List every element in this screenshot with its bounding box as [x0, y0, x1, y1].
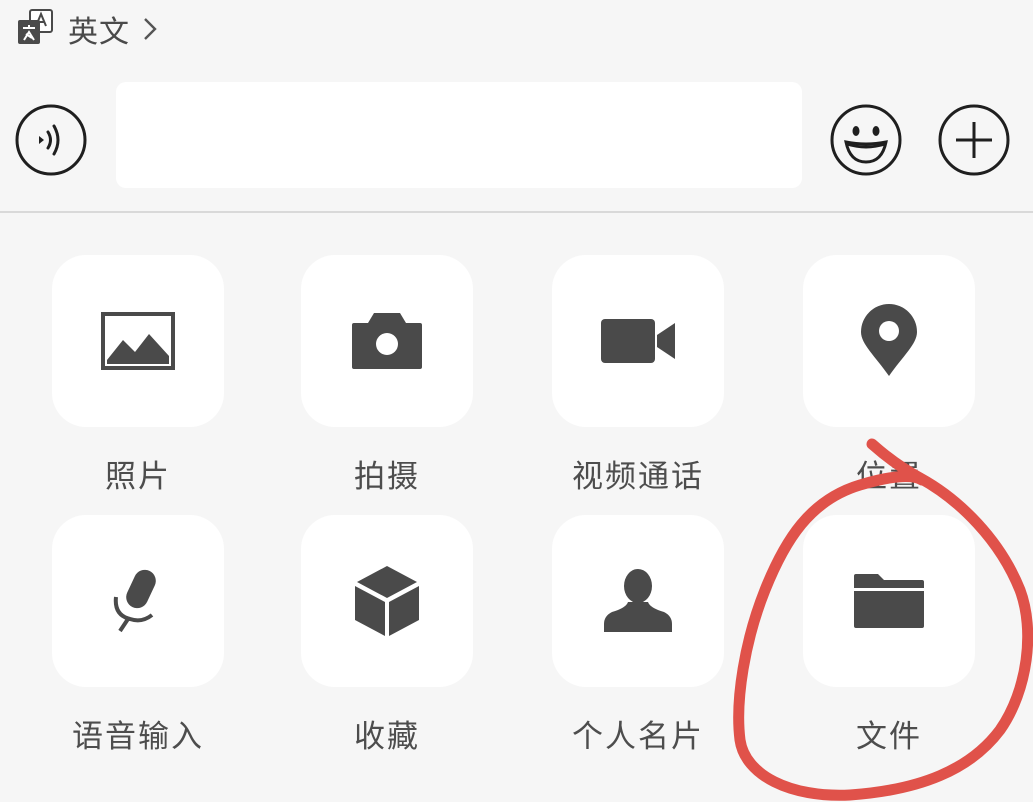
tool-photo[interactable]: 照片 [52, 255, 224, 495]
extension-panel: 照片 拍摄 视频通话 位置 语音输入 收藏 个人名片 文件 [0, 214, 1033, 802]
tool-label: 收藏 [354, 719, 420, 755]
tool-tile[interactable] [552, 515, 724, 687]
smiley-icon [830, 104, 902, 176]
chat-input-bar [0, 78, 1033, 194]
camera-icon [352, 313, 422, 369]
voice-wave-icon [15, 104, 87, 176]
tool-tile[interactable] [52, 255, 224, 427]
folder-icon [854, 574, 924, 628]
tool-tile[interactable] [52, 515, 224, 687]
plus-icon [938, 104, 1010, 176]
tool-label: 语音输入 [72, 719, 204, 755]
tool-voice-input[interactable]: 语音输入 [52, 515, 224, 755]
location-pin-icon [861, 304, 917, 376]
language-label: 英文 [68, 15, 130, 50]
tool-label: 视频通话 [572, 459, 704, 495]
chevron-right-icon [142, 16, 158, 42]
tool-camera[interactable]: 拍摄 [301, 255, 473, 495]
tool-video-call[interactable]: 视频通话 [552, 255, 724, 495]
tool-label: 照片 [105, 459, 171, 495]
tool-label: 个人名片 [572, 719, 704, 755]
microphone-icon [113, 569, 156, 633]
tool-label: 文件 [856, 719, 922, 755]
tool-tile[interactable] [301, 255, 473, 427]
voice-toggle-button[interactable] [15, 104, 87, 176]
tool-tile[interactable] [803, 255, 975, 427]
image-icon [101, 312, 175, 370]
language-selector[interactable]: 英文 [16, 8, 158, 50]
more-actions-button[interactable] [938, 104, 1010, 176]
tool-tile[interactable] [552, 255, 724, 427]
tool-contact-card[interactable]: 个人名片 [552, 515, 724, 755]
tool-label: 拍摄 [354, 459, 420, 495]
person-icon [604, 569, 672, 632]
video-camera-icon [601, 319, 675, 363]
tool-tile[interactable] [301, 515, 473, 687]
tool-file[interactable]: 文件 [803, 515, 975, 755]
emoji-button[interactable] [830, 104, 902, 176]
panel-divider [0, 211, 1033, 213]
tool-favorites[interactable]: 收藏 [301, 515, 473, 755]
cube-icon [355, 566, 419, 636]
tool-label: 位置 [856, 459, 922, 495]
message-input[interactable] [116, 82, 802, 188]
translate-icon [16, 8, 54, 50]
tool-tile[interactable] [803, 515, 975, 687]
tool-location[interactable]: 位置 [803, 255, 975, 495]
